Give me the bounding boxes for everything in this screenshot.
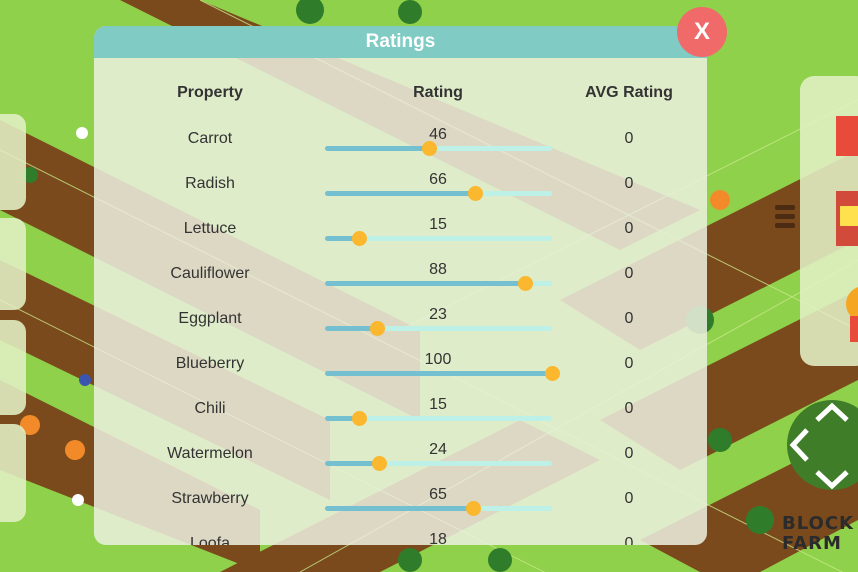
property-name: Chili bbox=[194, 400, 226, 417]
rating-slider[interactable] bbox=[325, 321, 552, 336]
avg-rating-value: 0 bbox=[624, 220, 634, 237]
tool-tab-4[interactable] bbox=[0, 424, 26, 522]
slider-fill bbox=[325, 506, 473, 511]
rating-value: 23 bbox=[429, 306, 447, 323]
property-name: Radish bbox=[185, 175, 235, 192]
rating-row: Cauliflower 88 0 bbox=[94, 261, 707, 306]
rating-slider[interactable] bbox=[325, 456, 552, 471]
avg-rating-value: 0 bbox=[624, 310, 634, 327]
rating-value: 24 bbox=[429, 441, 447, 458]
property-name: Carrot bbox=[187, 130, 233, 147]
avg-rating-value: 0 bbox=[624, 490, 634, 507]
avg-rating-value: 0 bbox=[624, 175, 634, 192]
rating-value: 100 bbox=[424, 351, 452, 368]
rating-value: 88 bbox=[429, 261, 447, 278]
shop-icon bbox=[836, 191, 858, 246]
rating-row: Radish 66 0 bbox=[94, 171, 707, 216]
logo-line-1: BLOCK bbox=[782, 513, 855, 534]
slider-thumb[interactable] bbox=[352, 411, 368, 426]
slider-thumb[interactable] bbox=[517, 276, 533, 291]
tool-icons bbox=[836, 116, 858, 342]
slider-fill bbox=[325, 461, 380, 466]
rating-slider[interactable] bbox=[325, 366, 560, 381]
avg-rating-value: 0 bbox=[624, 400, 634, 417]
slider-fill bbox=[325, 191, 475, 196]
tool-tab-2[interactable] bbox=[0, 218, 26, 310]
rating-row: Carrot 46 0 bbox=[94, 126, 707, 171]
slider-thumb[interactable] bbox=[372, 456, 388, 471]
chevron-arrows-icon bbox=[789, 402, 849, 490]
slider-thumb[interactable] bbox=[545, 366, 560, 381]
rating-slider[interactable] bbox=[325, 186, 552, 201]
rating-slider[interactable] bbox=[325, 411, 552, 426]
avg-rating-value: 0 bbox=[624, 265, 634, 282]
property-name: Lettuce bbox=[183, 220, 237, 237]
tool-tab-1[interactable] bbox=[0, 114, 26, 210]
menu-icon[interactable] bbox=[775, 205, 795, 232]
avg-rating-value: 0 bbox=[624, 535, 634, 545]
property-name: Blueberry bbox=[175, 355, 245, 372]
property-name: Watermelon bbox=[167, 445, 253, 462]
close-button[interactable]: X bbox=[677, 7, 727, 57]
rating-slider[interactable] bbox=[325, 141, 552, 156]
slider-thumb[interactable] bbox=[422, 141, 438, 156]
rating-value: 66 bbox=[429, 171, 447, 188]
rating-slider[interactable] bbox=[325, 501, 552, 516]
rating-row: Watermelon 24 0 bbox=[94, 441, 707, 486]
slider-thumb[interactable] bbox=[370, 321, 386, 336]
logo-line-2: FARM bbox=[782, 533, 842, 554]
right-tool-panel bbox=[800, 76, 858, 366]
property-name: Cauliflower bbox=[170, 265, 250, 282]
rating-row: Blueberry 100 0 bbox=[94, 351, 707, 396]
slider-thumb[interactable] bbox=[352, 231, 368, 246]
slider-thumb[interactable] bbox=[465, 501, 481, 516]
rating-slider[interactable] bbox=[325, 231, 552, 246]
property-name: Strawberry bbox=[171, 490, 249, 507]
slider-fill bbox=[325, 146, 430, 151]
ratings-modal: Ratings Property Rating AVG Rating Carro… bbox=[94, 26, 707, 545]
badge-icon bbox=[846, 287, 858, 342]
rating-value: 65 bbox=[429, 486, 447, 503]
avg-rating-value: 0 bbox=[624, 355, 634, 372]
ratings-list: Carrot 46 0 Radish 66 0 Lettuce 15 0 Cauliflower 8… bbox=[94, 26, 707, 545]
avg-rating-value: 0 bbox=[624, 445, 634, 462]
rating-row: Strawberry 65 0 bbox=[94, 486, 707, 531]
game-logo: BLOCK FARM bbox=[782, 514, 854, 554]
rating-row: Lettuce 15 0 bbox=[94, 216, 707, 261]
rating-row: Loofa 18 0 bbox=[94, 531, 707, 545]
slider-fill bbox=[325, 281, 525, 286]
rating-row: Eggplant 23 0 bbox=[94, 306, 707, 351]
property-name: Loofa bbox=[189, 535, 231, 545]
rating-value: 46 bbox=[429, 126, 447, 143]
property-name: Eggplant bbox=[178, 310, 242, 327]
slider-thumb[interactable] bbox=[467, 186, 483, 201]
rating-row: Chili 15 0 bbox=[94, 396, 707, 441]
rating-slider[interactable] bbox=[325, 276, 552, 291]
slider-fill bbox=[325, 371, 552, 376]
avg-rating-value: 0 bbox=[624, 130, 634, 147]
rating-value: 18 bbox=[429, 531, 447, 545]
tool-tab-3[interactable] bbox=[0, 320, 26, 415]
mail-icon bbox=[836, 116, 858, 156]
direction-pad[interactable] bbox=[787, 400, 858, 490]
